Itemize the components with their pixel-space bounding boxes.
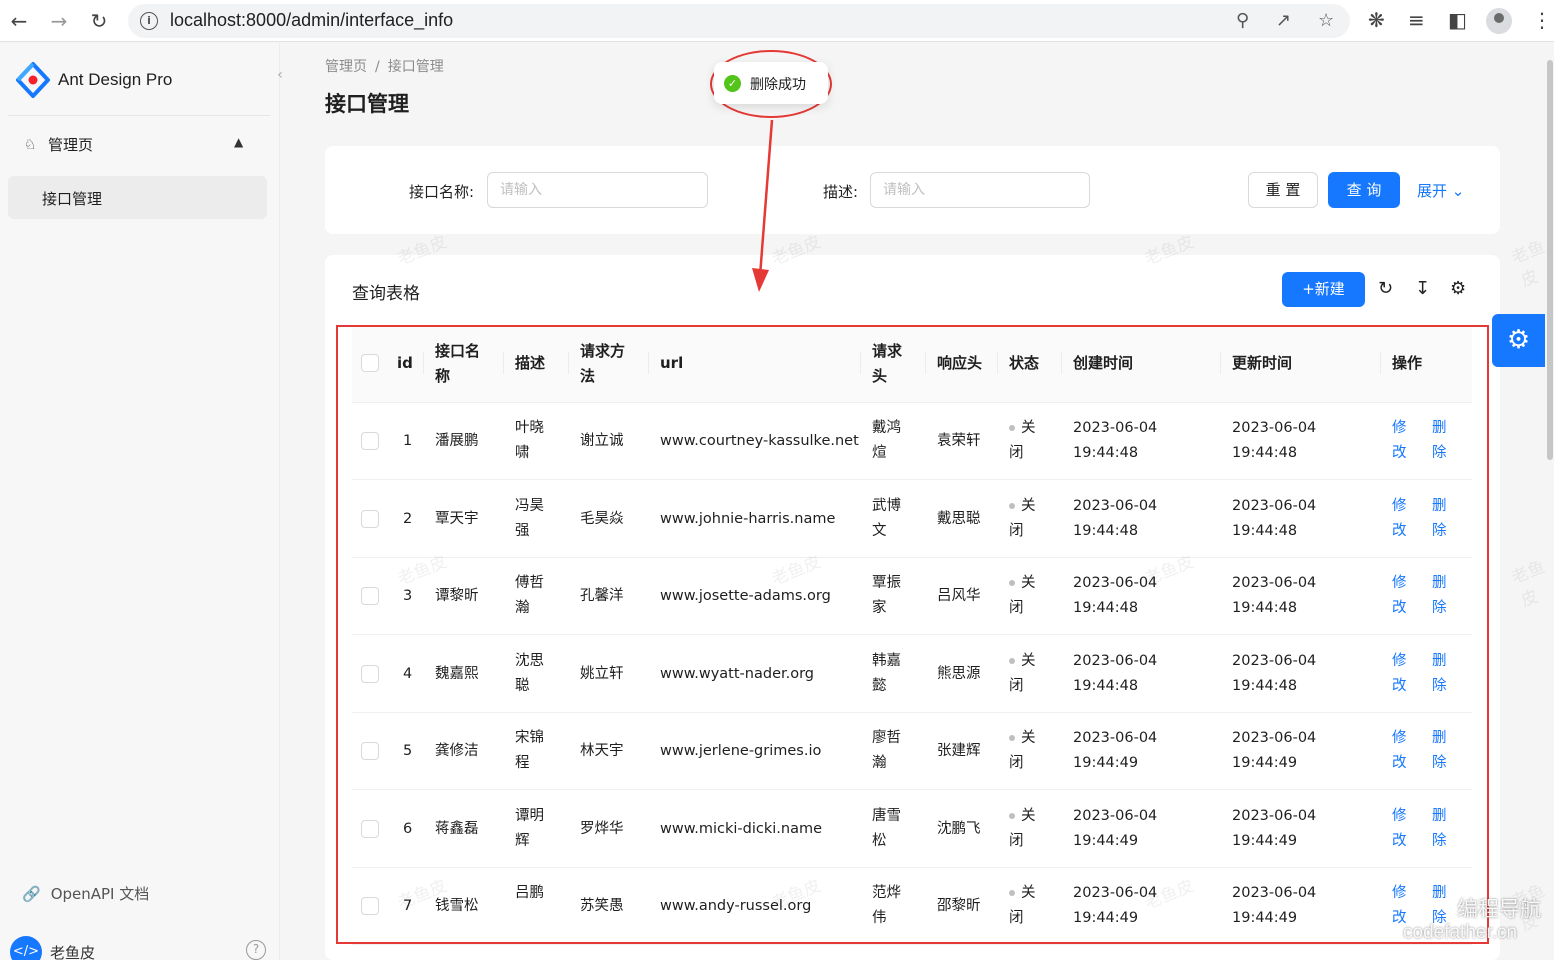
reading-list-icon[interactable]: ≡ (1408, 8, 1425, 32)
menu-group-label: 管理页 (48, 136, 94, 154)
expand-label: 展开 (1417, 182, 1448, 200)
reset-button[interactable]: 重 置 (1248, 172, 1318, 208)
reload-icon[interactable]: ↻ (1378, 278, 1393, 299)
extensions-icon[interactable]: ❋ (1368, 8, 1385, 32)
query-button[interactable]: 查 询 (1328, 172, 1400, 208)
profile-icon[interactable] (1486, 8, 1512, 34)
address-bar[interactable]: i localhost:8000/admin/interface_info ⚲ … (128, 4, 1350, 38)
info-icon[interactable]: i (140, 12, 158, 30)
crown-icon: ♘ (24, 137, 37, 153)
gear-icon: ⚙ (1506, 325, 1531, 355)
side-panel-icon[interactable]: ◧ (1448, 8, 1467, 32)
table-title: 查询表格 (352, 284, 420, 304)
corner-watermark: codefather.cn (1403, 922, 1518, 943)
annotation-rectangle (336, 325, 1489, 944)
desc-input[interactable] (870, 172, 1090, 208)
more-icon[interactable]: ⋮ (1532, 8, 1552, 32)
search-form: 接口名称: 描述: 重 置 查 询 展开 ⌄ (325, 146, 1500, 234)
breadcrumb: 管理页 / 接口管理 (325, 59, 444, 75)
chevron-down-icon: ⌄ (1451, 182, 1465, 200)
watermark: 老鱼皮 (1508, 237, 1548, 292)
sidebar: Ant Design Pro ‹ ♘ 管理页 ▲ 接口管理 🔗 OpenAPI 文… (0, 43, 283, 960)
openapi-doc-link[interactable]: 🔗 OpenAPI 文档 (22, 883, 149, 904)
zoom-icon[interactable]: ⚲ (1236, 10, 1249, 31)
sidebar-item-interface-manage[interactable]: 接口管理 (8, 176, 267, 219)
check-circle-icon: ✓ (724, 75, 741, 92)
desc-field-label: 描述: (823, 183, 859, 201)
divider (8, 115, 270, 116)
openapi-doc-label: OpenAPI 文档 (50, 885, 150, 903)
expand-link[interactable]: 展开 ⌄ (1417, 180, 1464, 201)
watermark: 老鱼皮 (1508, 557, 1548, 612)
annotation-arrow (752, 119, 774, 292)
toast-message: 删除成功 (750, 77, 806, 93)
browser-toolbar: ← → ↻ i localhost:8000/admin/interface_i… (0, 0, 1554, 42)
name-field-label: 接口名称: (409, 183, 475, 201)
link-icon: 🔗 (22, 885, 41, 903)
success-toast: ✓ 删除成功 (714, 62, 828, 104)
ant-design-logo-icon (16, 62, 50, 98)
corner-watermark: 编程导航 (1457, 898, 1541, 921)
density-icon[interactable]: ↧ (1415, 278, 1430, 299)
menu-group-admin[interactable]: ♘ 管理页 ▲ (8, 125, 268, 165)
back-icon[interactable]: ← (6, 8, 32, 34)
new-button[interactable]: +新建 (1282, 272, 1365, 307)
avatar[interactable]: </> (10, 936, 42, 960)
gear-icon[interactable]: ⚙ (1450, 278, 1466, 299)
breadcrumb-item[interactable]: 管理页 (325, 59, 367, 75)
reload-icon[interactable]: ↻ (86, 8, 112, 34)
breadcrumb-item: 接口管理 (387, 59, 444, 75)
url-text: localhost:8000/admin/interface_info (170, 10, 454, 30)
page-title: 接口管理 (325, 92, 409, 116)
help-icon[interactable]: ? (246, 940, 266, 960)
name-input[interactable] (487, 172, 708, 208)
share-icon[interactable]: ↗ (1276, 10, 1291, 31)
user-name: 老鱼皮 (50, 944, 96, 960)
settings-drawer-button[interactable]: ⚙ (1492, 314, 1545, 367)
sidebar-item-label: 接口管理 (42, 190, 103, 208)
forward-icon[interactable]: → (46, 8, 72, 34)
collapse-sidebar-icon[interactable]: ‹ (271, 67, 289, 89)
star-icon[interactable]: ☆ (1318, 10, 1334, 31)
brand-name: Ant Design Pro (58, 70, 173, 89)
chevron-up-icon: ▲ (234, 135, 244, 149)
